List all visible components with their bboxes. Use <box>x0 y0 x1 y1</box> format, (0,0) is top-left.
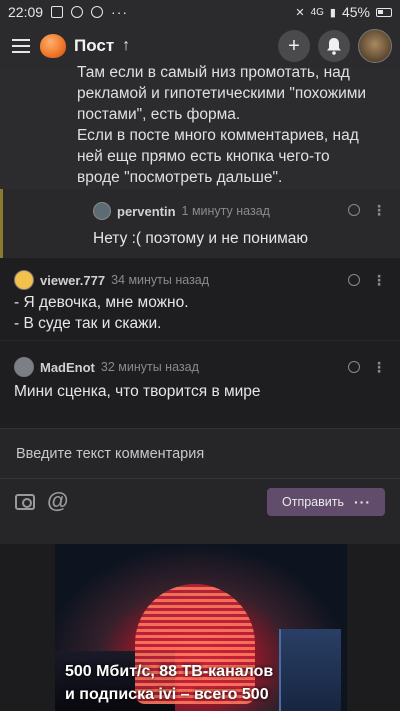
comment-username[interactable]: viewer.777 <box>40 273 105 288</box>
battery-icon <box>376 7 392 17</box>
text-line: рекламой и гипотетическими "похожими <box>77 85 367 102</box>
ad-line: 500 Мбит/с, 88 ТВ-каналов <box>65 663 274 680</box>
comments-area: Там если в самый низ промотать, над рекл… <box>0 64 400 711</box>
comment-actions: ⋮ <box>348 273 386 287</box>
more-options-icon[interactable]: ⋮ <box>372 203 386 217</box>
ad-banner[interactable]: 500 Мбит/с, 88 ТВ-каналов и подписка ivi… <box>55 544 347 711</box>
more-options-icon[interactable]: ⋮ <box>372 273 386 287</box>
comment-form: Введите текст комментария @ Отправить ··… <box>0 428 400 544</box>
comment-username[interactable]: MadEnot <box>40 360 95 375</box>
avatar[interactable] <box>14 270 34 290</box>
comment-actions: ⋮ <box>348 203 386 217</box>
send-button[interactable]: Отправить ··· <box>267 488 385 516</box>
mention-icon[interactable]: @ <box>47 488 68 514</box>
notifications-bell-icon[interactable] <box>318 30 350 62</box>
more-notifications: ··· <box>111 4 129 20</box>
text-line: - В суде так и скажи. <box>14 315 162 332</box>
gallery-notification-icon <box>51 6 64 18</box>
add-post-button[interactable]: + <box>278 30 310 62</box>
network-type: 4G <box>310 6 324 18</box>
menu-icon[interactable] <box>12 39 30 53</box>
comment: MadEnot 32 минуты назад ⋮ Мини сценка, ч… <box>0 340 400 428</box>
comment-text: - Я девочка, мне можно. - В суде так и с… <box>14 292 189 334</box>
mute-icon: ✕ <box>295 6 305 19</box>
user-avatar[interactable] <box>358 29 392 63</box>
clock-icon[interactable] <box>348 274 360 286</box>
text-line: вроде "посмотреть дальше". <box>77 169 283 186</box>
comment-time: 34 минуты назад <box>111 273 210 287</box>
pikabu-logo[interactable] <box>40 34 66 58</box>
text-line: ней еще прямо есть кнопка чего-то <box>77 148 330 165</box>
comment-input[interactable]: Введите текст комментария <box>0 429 400 479</box>
avatar[interactable] <box>14 357 34 377</box>
comment-username[interactable]: perventin <box>117 204 176 219</box>
battery-percent: 45% <box>341 4 370 20</box>
text-line: постами", есть форма. <box>77 106 241 123</box>
text-line: - Я девочка, мне можно. <box>14 294 189 311</box>
comment-toolbar: @ Отправить ··· <box>0 488 400 528</box>
clock-icon[interactable] <box>348 204 360 216</box>
send-button-label: Отправить <box>282 495 344 509</box>
ad-section: 500 Мбит/с, 88 ТВ-каналов и подписка ivi… <box>0 544 400 711</box>
app-notification-icon <box>71 6 84 18</box>
comment-header: perventin 1 минуту назад <box>93 202 270 220</box>
avatar[interactable] <box>93 202 111 220</box>
comment-header: MadEnot 32 минуты назад <box>14 357 199 377</box>
text-line: Мини сценка, что творится в мире <box>14 383 261 400</box>
parent-comment: Там если в самый низ промотать, над рекл… <box>0 64 400 189</box>
text-line: Там если в самый низ промотать, над <box>77 64 350 81</box>
youtube-notification-icon <box>91 6 104 18</box>
ad-text: 500 Мбит/с, 88 ТВ-каналов и подписка ivi… <box>65 660 345 706</box>
parent-comment-text: Там если в самый низ промотать, над рекл… <box>77 62 387 188</box>
camera-icon[interactable] <box>15 494 35 510</box>
comment-time: 32 минуты назад <box>100 360 199 374</box>
comment-header: viewer.777 34 минуты назад <box>14 270 209 290</box>
comment: viewer.777 34 минуты назад ⋮ - Я девочка… <box>0 258 400 340</box>
comment-time: 1 минуту назад <box>181 204 270 218</box>
comment-text: Нету :( поэтому и не понимаю <box>93 230 309 247</box>
status-time: 22:09 <box>8 4 44 20</box>
reply-comment: perventin 1 минуту назад ⋮ Нету :( поэто… <box>0 189 400 258</box>
scroll-up-icon[interactable]: ↑ <box>122 37 130 55</box>
text-line: Если в посте много комментариев, над <box>77 127 359 144</box>
status-bar: 22:09 ··· ✕ 4G ▮ 45% <box>0 0 400 24</box>
signal-icon: ▮ <box>329 6 336 19</box>
comment-actions: ⋮ <box>348 360 386 374</box>
more-options-icon[interactable]: ⋮ <box>372 360 386 374</box>
comment-text: Мини сценка, что творится в мире <box>14 381 261 402</box>
send-options-icon[interactable]: ··· <box>354 494 371 510</box>
ad-line: и подписка ivi – всего 500 <box>65 686 269 703</box>
clock-icon[interactable] <box>348 361 360 373</box>
page-title: Пост <box>74 36 115 55</box>
